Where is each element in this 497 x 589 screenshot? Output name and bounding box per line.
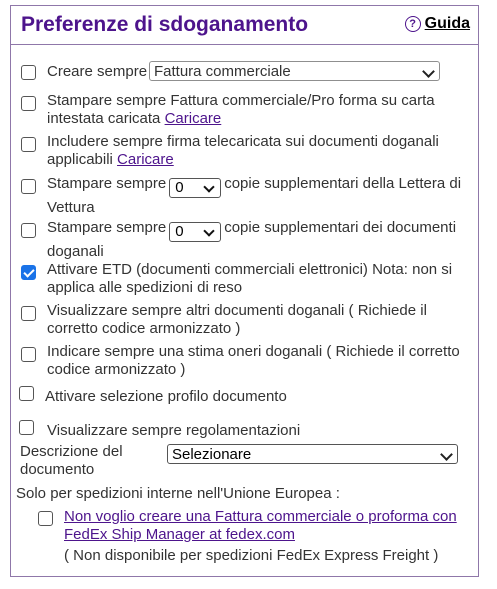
option-estimate-duties: Indicare sempre una stima oneri doganali…	[21, 343, 466, 379]
show-regulations-label: Visualizzare sempre regolamentazioni	[47, 422, 301, 439]
create-always-checkbox[interactable]	[21, 65, 36, 80]
include-signature-label: Includere sempre firma telecaricata sui …	[47, 133, 466, 169]
question-mark-icon: ?	[404, 16, 421, 32]
option-print-awb-copies: Stampare sempre 0 copie supplementari dell…	[21, 174, 466, 216]
help-link-group[interactable]: ? Guida	[404, 15, 470, 33]
print-awb-copies-checkbox[interactable]	[21, 179, 36, 194]
eu-heading: Solo per spedizioni interne nell'Unione …	[16, 485, 340, 502]
etd-label: Attivare ETD (documenti commerciali elet…	[47, 261, 453, 296]
include-signature-text: Includere sempre firma telecaricata sui …	[47, 133, 439, 168]
freight-note: ( Non disponibile per spedizioni FedEx E…	[64, 547, 439, 564]
etd-checkbox[interactable]	[21, 265, 36, 280]
doc-description-label: Descrizione del documento	[20, 443, 123, 478]
print-awb-copies-prefix: Stampare sempre	[47, 175, 167, 192]
option-show-other-docs: Visualizzare sempre altri documenti doga…	[21, 302, 466, 338]
chevron-down-icon	[422, 65, 435, 78]
doc-copies-value: 0	[175, 223, 184, 240]
option-no-invoice: Non voglio creare una Fattura commercial…	[38, 508, 458, 544]
help-link[interactable]: Guida	[425, 15, 470, 33]
option-include-signature: Includere sempre firma telecaricata sui …	[21, 133, 466, 169]
awb-copies-value: 0	[175, 179, 184, 196]
print-doc-copies-prefix: Stampare sempre	[47, 219, 167, 236]
page-title: Preferenze di sdoganamento	[21, 13, 309, 36]
print-invoice-label: Stampare sempre Fattura commerciale/Pro …	[47, 92, 466, 128]
upload-signature-link[interactable]: Caricare	[117, 151, 174, 168]
print-awb-copies-label: Stampare sempre 0 copie supplementari dell…	[47, 174, 466, 217]
show-other-docs-label: Visualizzare sempre altri documenti doga…	[47, 302, 427, 337]
awb-copies-select[interactable]: 0	[169, 178, 222, 198]
create-always-select-value: Fattura commerciale	[154, 63, 291, 80]
chevron-down-icon	[203, 225, 215, 237]
upload-letterhead-link[interactable]: Caricare	[165, 110, 222, 127]
customs-preferences-panel: Preferenze di sdoganamento ? Guida Crear…	[10, 5, 479, 577]
chevron-down-icon	[440, 448, 453, 461]
panel-header: Preferenze di sdoganamento ? Guida	[11, 6, 478, 45]
no-invoice-link[interactable]: Non voglio creare una Fattura commercial…	[64, 508, 458, 544]
show-other-docs-checkbox[interactable]	[21, 306, 36, 321]
doc-description-select[interactable]: Selezionare	[167, 444, 458, 464]
option-etd: Attivare ETD (documenti commerciali elet…	[21, 261, 466, 297]
print-invoice-checkbox[interactable]	[21, 96, 36, 111]
doc-copies-select[interactable]: 0	[169, 222, 222, 242]
estimate-duties-checkbox[interactable]	[21, 347, 36, 362]
option-print-doc-copies: Stampare sempre 0 copie supplementari dei …	[21, 218, 466, 260]
print-doc-copies-label: Stampare sempre 0 copie supplementari dei …	[47, 218, 466, 261]
print-invoice-text: Stampare sempre Fattura commerciale/Pro …	[47, 92, 435, 127]
print-doc-copies-checkbox[interactable]	[21, 223, 36, 238]
show-regulations-checkbox[interactable]	[19, 420, 34, 435]
option-create-always: Creare sempre Fattura commerciale	[21, 61, 466, 85]
doc-description-select-value: Selezionare	[172, 446, 252, 463]
option-show-regulations: Visualizzare sempre regolamentazioni	[19, 420, 466, 440]
option-doc-profile: Attivare selezione profilo documento	[19, 386, 466, 406]
doc-profile-label: Attivare selezione profilo documento	[45, 388, 287, 405]
estimate-duties-label: Indicare sempre una stima oneri doganali…	[47, 343, 460, 378]
include-signature-checkbox[interactable]	[21, 137, 36, 152]
no-invoice-checkbox[interactable]	[38, 511, 53, 526]
create-always-select[interactable]: Fattura commerciale	[149, 61, 440, 81]
doc-profile-checkbox[interactable]	[19, 386, 34, 401]
option-print-invoice: Stampare sempre Fattura commerciale/Pro …	[21, 92, 466, 128]
chevron-down-icon	[203, 181, 215, 193]
